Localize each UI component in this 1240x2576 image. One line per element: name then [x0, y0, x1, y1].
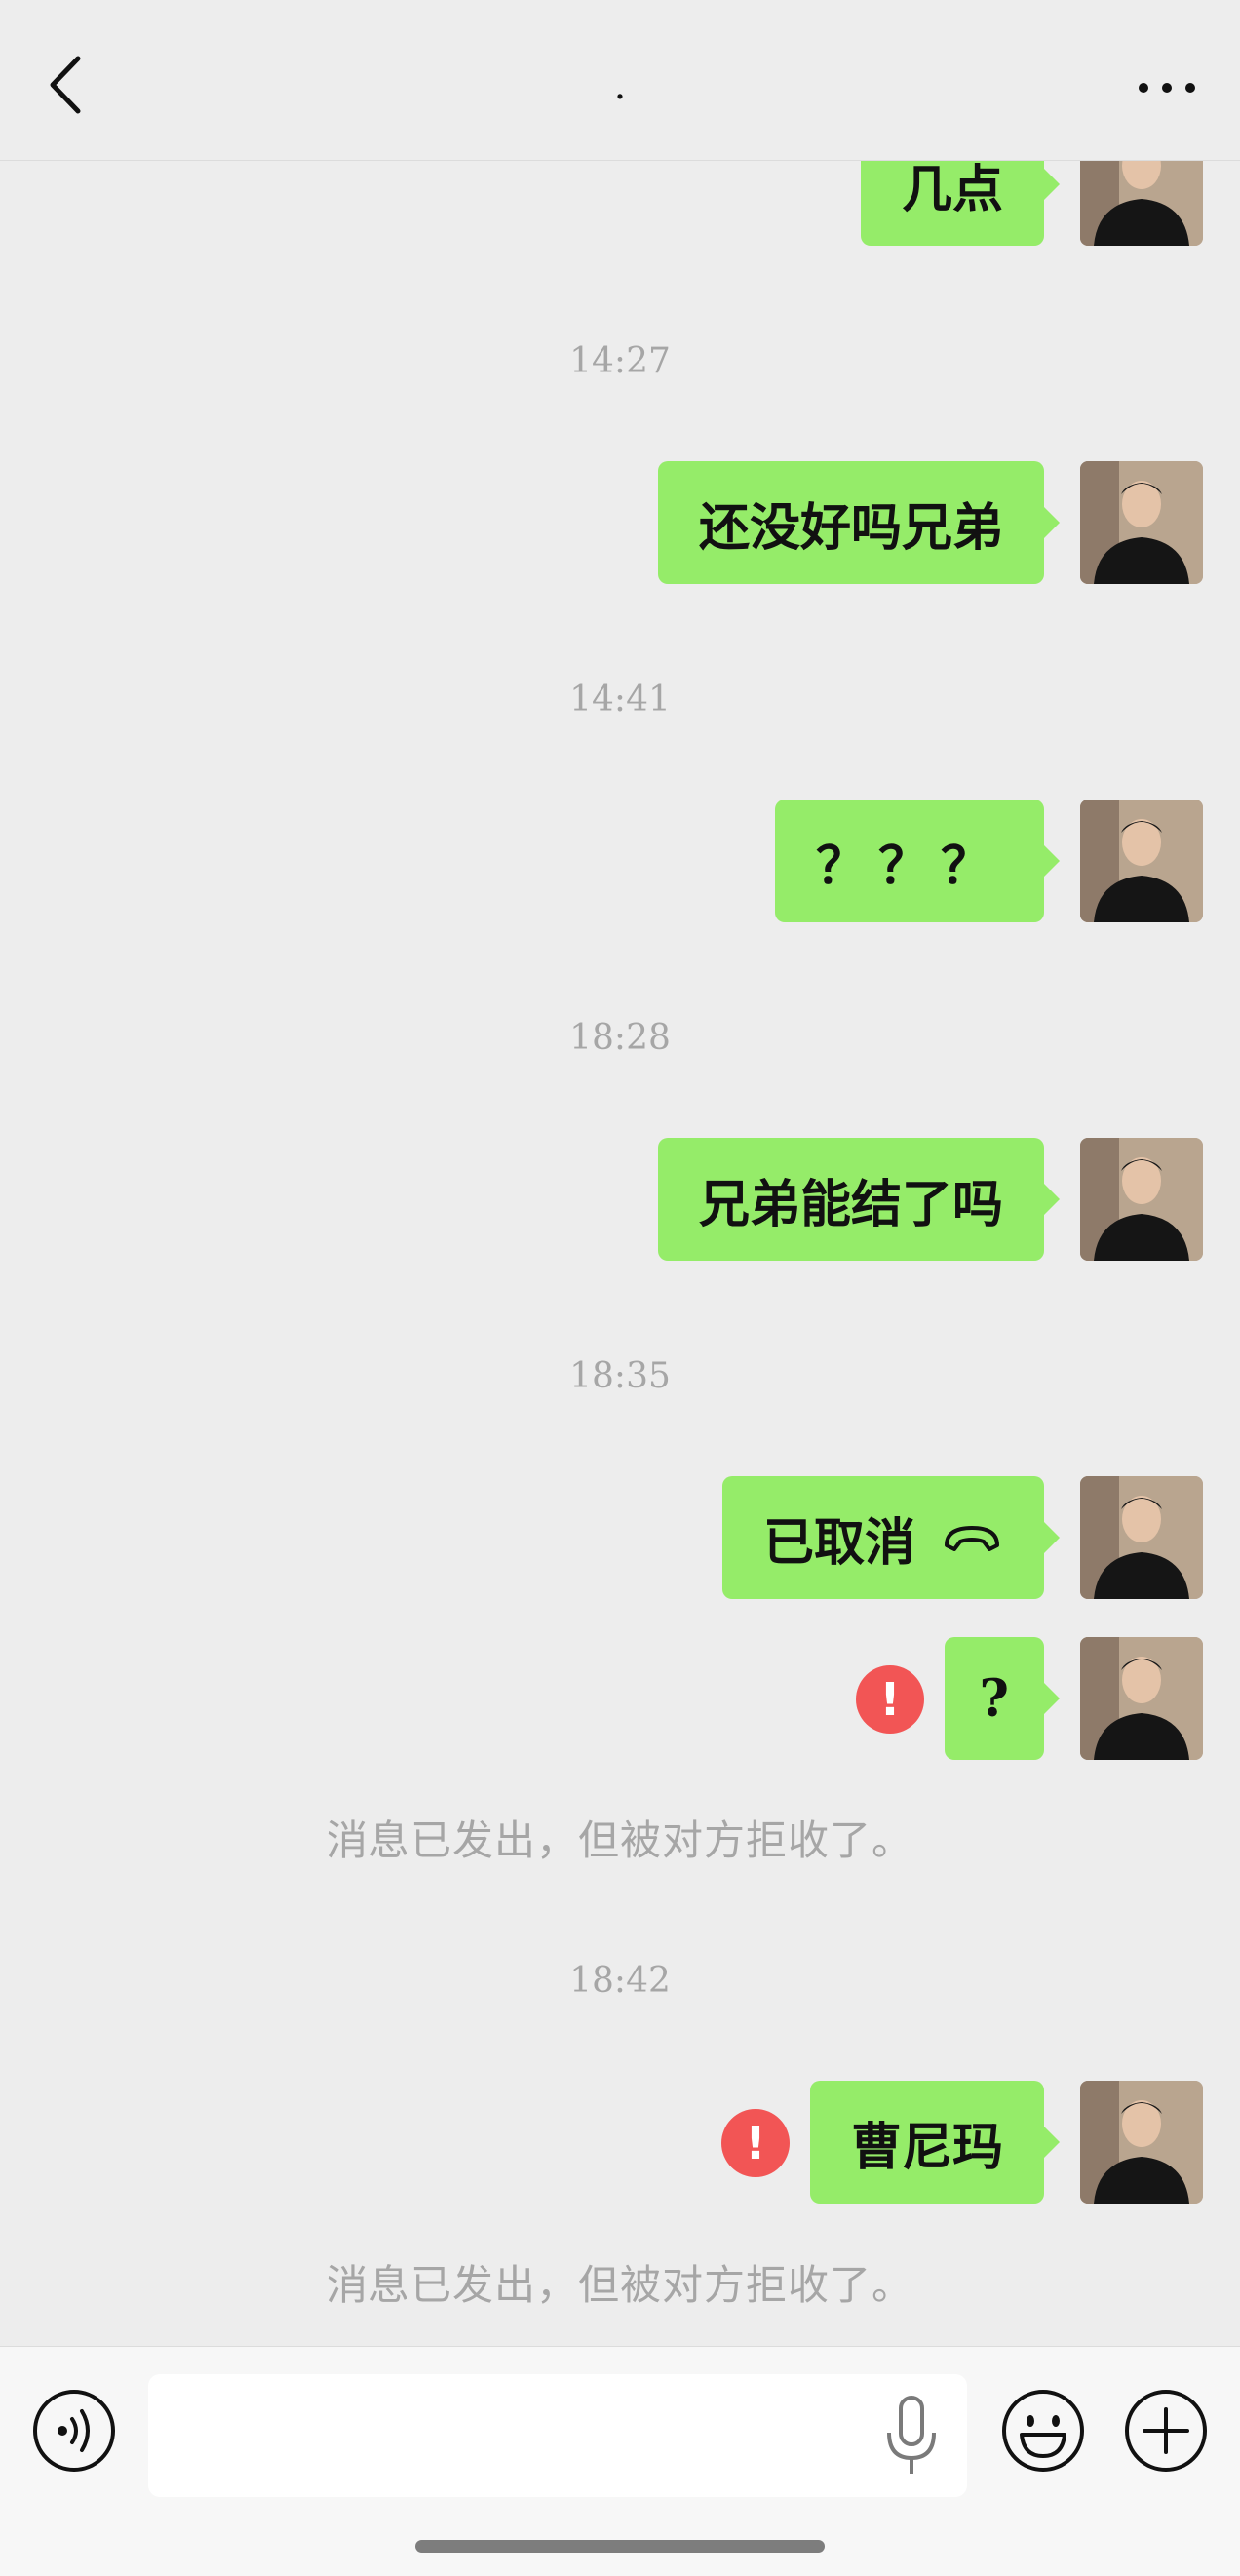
chat-area[interactable]: 几点 14:27 还没好吗兄弟 14:41 ？？？ 18:28 兄弟能结了吗 1…	[0, 0, 1240, 2346]
chat-header: .	[0, 0, 1240, 161]
timestamp: 18:28	[569, 1018, 671, 1058]
message-bubble[interactable]: 还没好吗兄弟	[657, 461, 1061, 584]
emoji-icon[interactable]	[1000, 2388, 1086, 2474]
more-icon[interactable]	[1133, 68, 1201, 107]
message-bubble[interactable]: ?	[944, 1637, 1061, 1760]
message-bubble[interactable]: 曹尼玛	[809, 2081, 1061, 2204]
error-icon[interactable]: !	[856, 1665, 924, 1734]
message-input[interactable]	[148, 2374, 967, 2497]
message-bubble[interactable]: 兄弟能结了吗	[657, 1138, 1061, 1261]
timestamp: 18:35	[569, 1356, 671, 1396]
timestamp: 18:42	[569, 1961, 671, 2001]
call-cancelled-bubble[interactable]: 已取消	[721, 1476, 1061, 1599]
avatar[interactable]	[1080, 1476, 1203, 1599]
error-icon[interactable]: !	[721, 2109, 790, 2177]
message-bubble[interactable]: ？？？	[774, 800, 1061, 922]
avatar[interactable]	[1080, 1138, 1203, 1261]
rejected-notice: 消息已发出，但被对方拒收了。	[326, 1816, 913, 1864]
input-bar	[0, 2346, 1240, 2576]
phone-hangup-icon	[945, 1526, 999, 1551]
rejected-notice: 消息已发出，但被对方拒收了。	[326, 2261, 913, 2309]
call-status-text: 已取消	[762, 1512, 915, 1573]
voice-icon[interactable]	[31, 2388, 117, 2474]
mic-icon[interactable]	[877, 2388, 946, 2485]
avatar[interactable]	[1080, 461, 1203, 584]
avatar[interactable]	[1080, 1637, 1203, 1760]
avatar[interactable]	[1080, 2081, 1203, 2204]
timestamp: 14:41	[569, 680, 671, 720]
home-indicator	[415, 2540, 825, 2553]
chat-title: .	[613, 63, 627, 108]
timestamp: 14:27	[569, 341, 671, 381]
avatar[interactable]	[1080, 800, 1203, 922]
plus-icon[interactable]	[1123, 2388, 1209, 2474]
